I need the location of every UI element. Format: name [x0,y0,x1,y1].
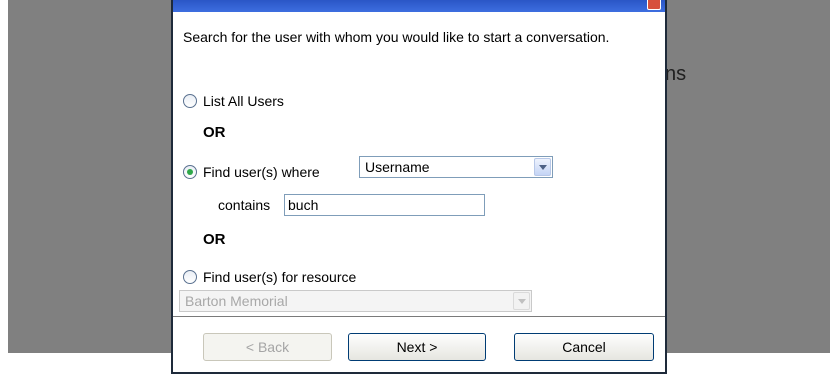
start-conversation-dialog: Search for the user with whom you would … [171,0,667,374]
chevron-down-icon [513,292,530,310]
find-users-where-label[interactable]: Find user(s) where [203,164,320,180]
field-select[interactable]: Username [359,156,553,178]
background-heading: ns [665,63,687,85]
find-users-resource-label[interactable]: Find user(s) for resource [203,269,356,285]
resource-select-value: Barton Memorial [185,293,288,309]
find-users-where-radio[interactable] [183,165,197,179]
close-icon[interactable] [647,0,661,10]
contains-label: contains [218,197,271,213]
dialog-titlebar [173,0,665,12]
find-users-resource-radio[interactable] [183,270,197,284]
cancel-button[interactable]: Cancel [514,333,654,361]
instructions-text: Search for the user with whom you would … [183,29,610,45]
contains-input[interactable] [284,194,485,216]
chevron-down-icon[interactable] [534,158,551,176]
back-button[interactable]: < Back [203,333,332,361]
or-separator-2: OR [203,231,226,248]
list-all-users-radio[interactable] [183,94,197,108]
list-all-users-label[interactable]: List All Users [203,93,284,109]
or-separator-1: OR [203,124,226,141]
field-select-value: Username [365,159,430,175]
next-button[interactable]: Next > [348,333,486,361]
resource-select: Barton Memorial [179,290,532,312]
footer-divider [173,316,665,317]
